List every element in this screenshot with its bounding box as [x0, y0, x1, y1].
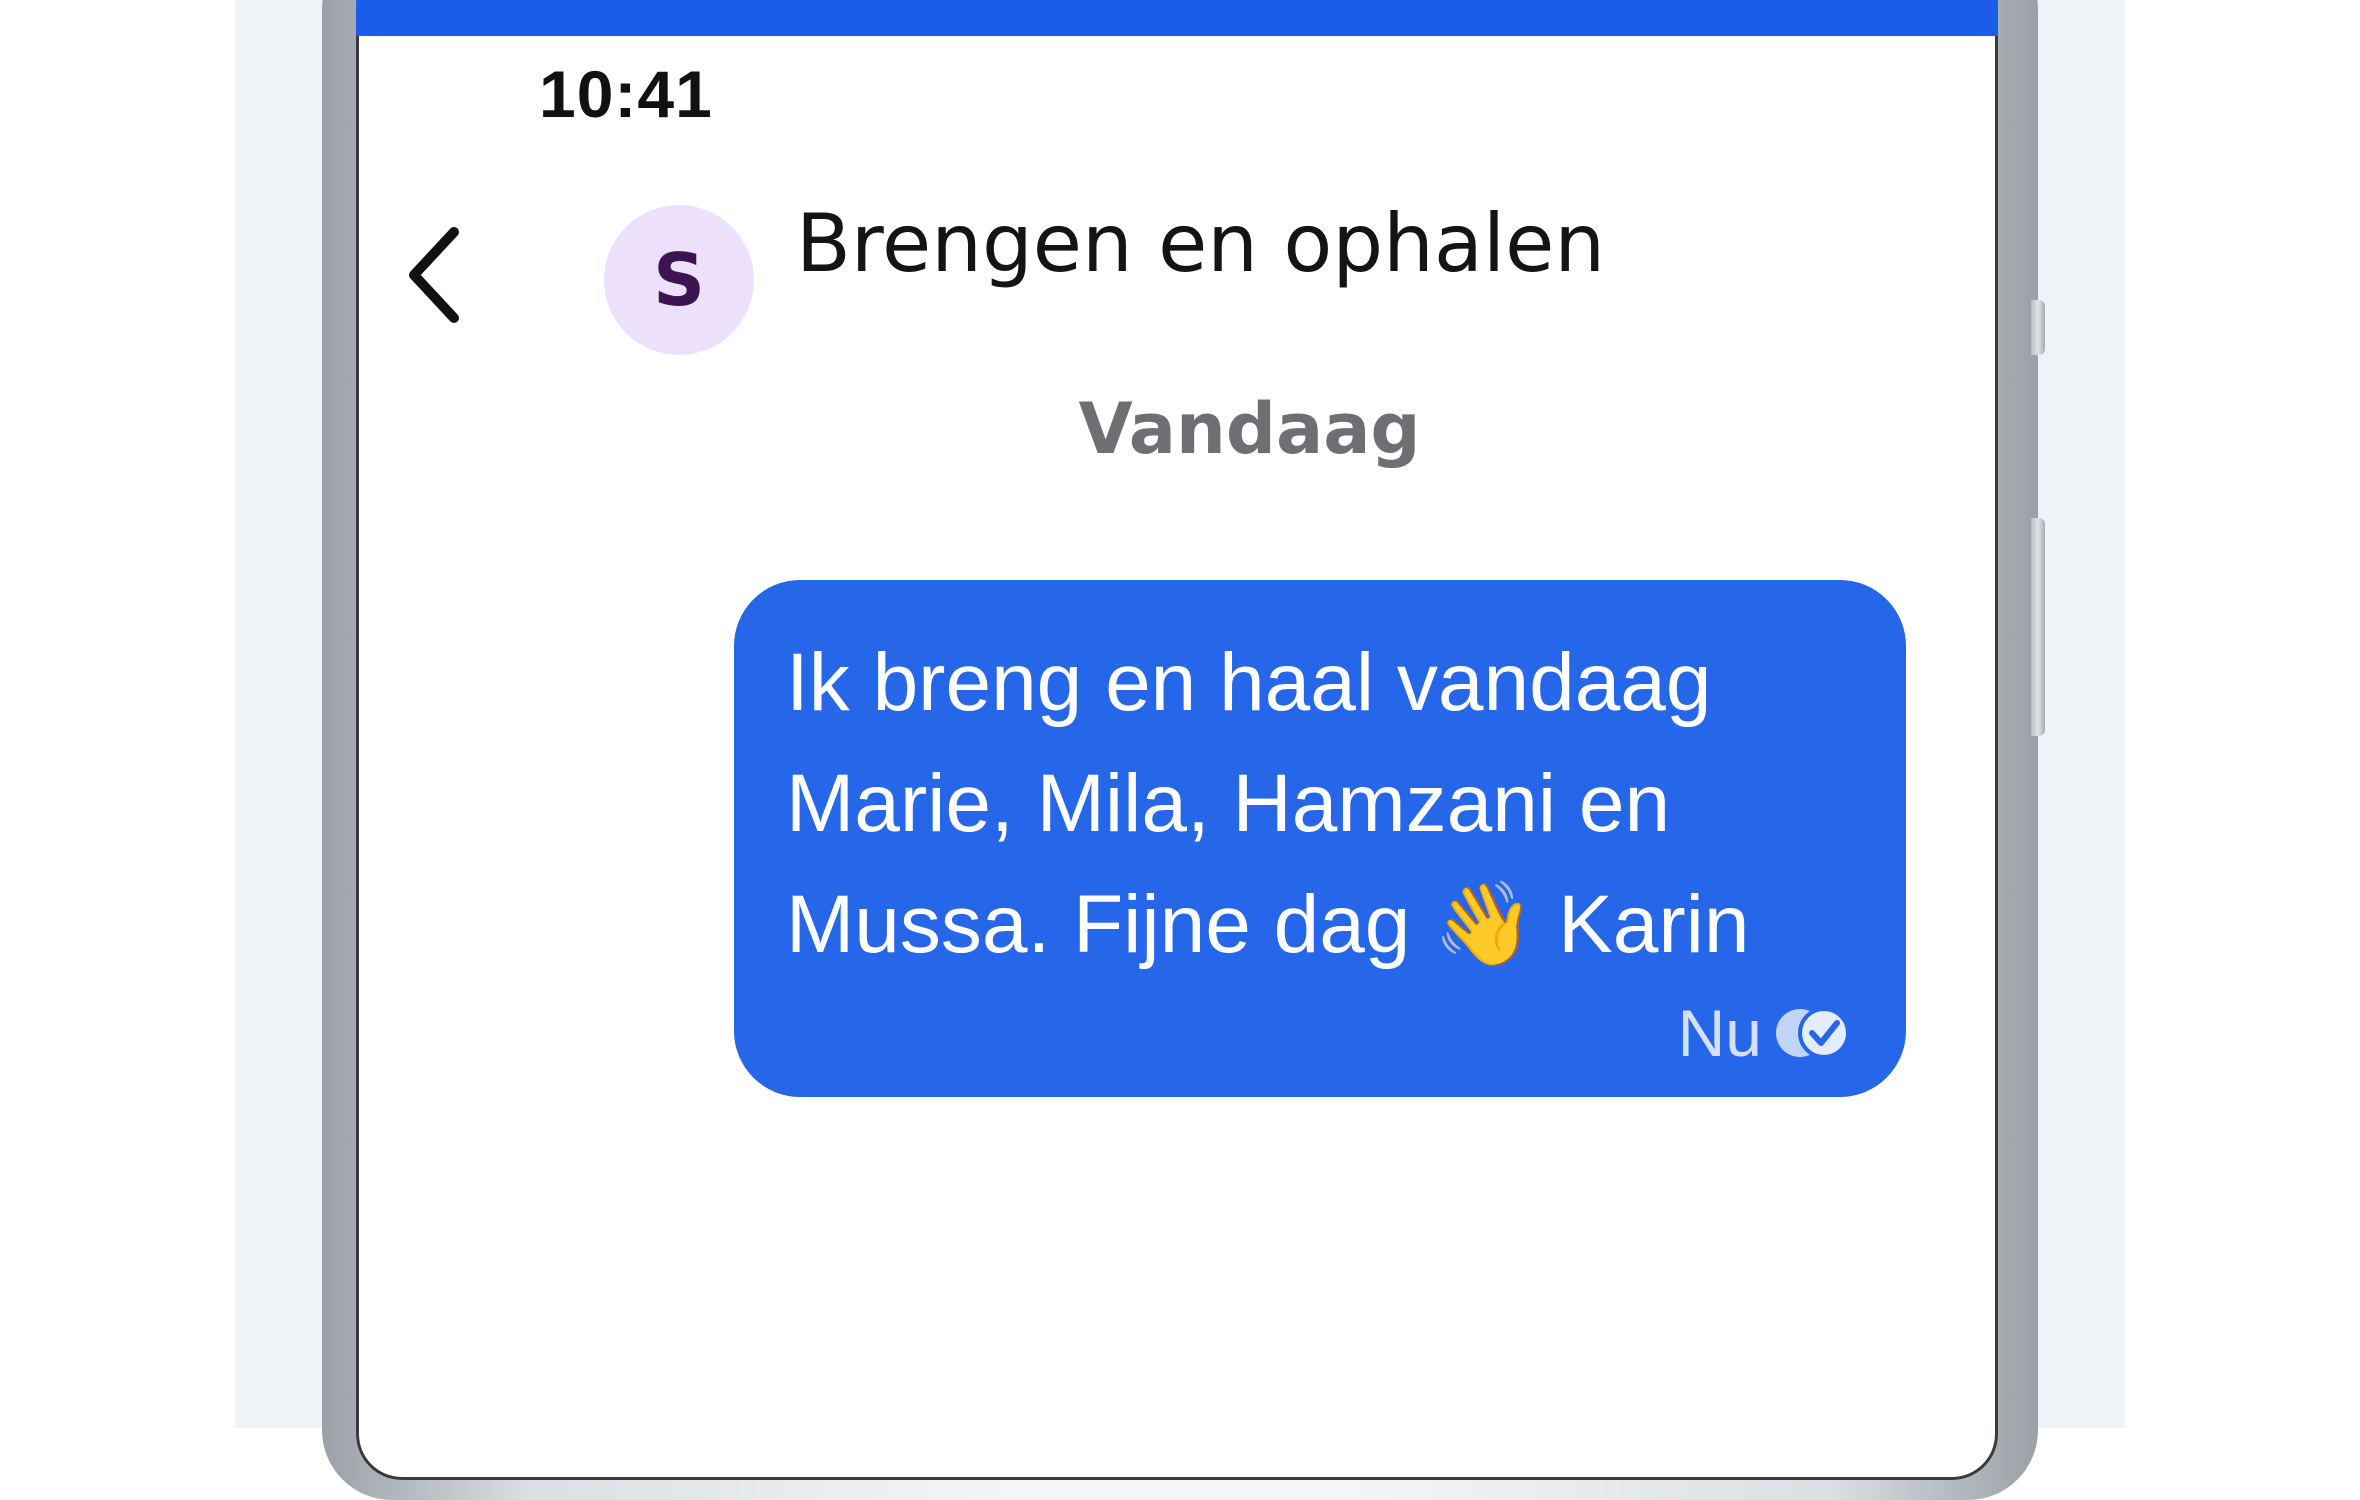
- avatar[interactable]: S: [604, 205, 754, 355]
- back-button[interactable]: [392, 220, 482, 330]
- chevron-left-icon: [409, 227, 459, 323]
- message-bubble[interactable]: Ik breng en haal vandaag Marie, Mila, Ha…: [734, 580, 1906, 1097]
- status-bar-time: 10:41: [539, 57, 713, 131]
- message-meta: Nu: [1678, 995, 1854, 1071]
- message-text: Ik breng en haal vandaag Marie, Mila, Ha…: [786, 637, 1750, 970]
- read-receipt-icon: [1776, 1007, 1850, 1059]
- avatar-initial: S: [653, 238, 705, 322]
- chat-title[interactable]: Brengen en ophalen: [796, 194, 1605, 294]
- volume-down-button: [2031, 518, 2045, 736]
- date-separator: Vandaag: [1078, 388, 1421, 470]
- message-time: Nu: [1677, 996, 1762, 1070]
- volume-up-button: [2031, 300, 2045, 355]
- phone-screen: 10:41 S Brengen en ophalen Vandaag Ik br…: [356, 0, 1998, 1480]
- top-accent-bar: [356, 0, 1998, 36]
